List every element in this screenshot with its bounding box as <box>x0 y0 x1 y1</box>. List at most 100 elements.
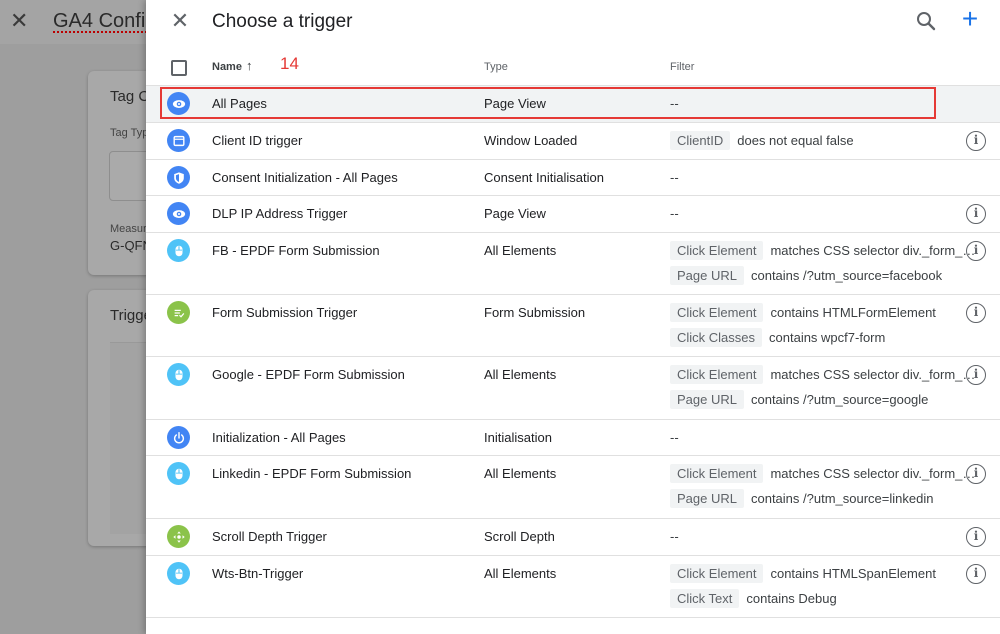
trigger-row-wts-btn[interactable]: Wts-Btn-Trigger All Elements Click Eleme… <box>146 556 1000 618</box>
filter-condition-text: contains /?utm_source=facebook <box>750 267 943 283</box>
no-filter-dash: -- <box>670 529 679 544</box>
filter-condition-text: contains HTMLSpanElement <box>770 565 936 581</box>
filter-condition: Click Element contains HTMLSpanElement <box>670 563 936 583</box>
no-filter-dash: -- <box>670 96 679 111</box>
filter-condition-text: does not equal false <box>737 132 854 148</box>
trigger-row-initialization[interactable]: Initialization - All Pages Initialisatio… <box>146 420 1000 456</box>
trigger-name: All Pages <box>212 96 267 111</box>
trigger-type: Scroll Depth <box>484 529 555 544</box>
filter-condition-text: matches CSS selector div._form_element <box>770 366 975 382</box>
sort-ascending-icon[interactable]: ↑ <box>246 58 253 73</box>
no-filter-dash: -- <box>670 430 679 445</box>
filter-condition: Click Classes contains wpcf7-form <box>670 327 885 347</box>
name-column-header[interactable]: Name <box>212 61 242 73</box>
select-all-checkbox[interactable] <box>171 60 187 76</box>
info-icon[interactable]: i <box>966 131 986 151</box>
filter-condition: Click Element matches CSS selector div._… <box>670 364 975 384</box>
filter-condition: ClientID does not equal false <box>670 130 854 150</box>
trigger-type: Page View <box>484 96 546 111</box>
filter-condition: Click Element matches CSS selector div._… <box>670 463 975 483</box>
trigger-name: Form Submission Trigger <box>212 305 358 320</box>
mouse-icon <box>167 562 190 585</box>
info-icon[interactable]: i <box>966 527 986 547</box>
filter-condition: Page URL contains /?utm_source=google <box>670 389 928 409</box>
window-icon <box>167 129 190 152</box>
type-column-header[interactable]: Type <box>484 61 508 73</box>
filter-condition: Click Element contains HTMLFormElement <box>670 302 936 322</box>
trigger-name: Linkedin - EPDF Form Submission <box>212 466 412 481</box>
trigger-name: FB - EPDF Form Submission <box>212 243 380 258</box>
filter-variable-chip: Click Text <box>670 588 740 608</box>
trigger-row-linkedin-epdf[interactable]: Linkedin - EPDF Form Submission All Elem… <box>146 456 1000 519</box>
filter-condition: Click Element matches CSS selector div._… <box>670 240 975 260</box>
trigger-type: All Elements <box>484 466 557 481</box>
filter-condition-text: contains /?utm_source=linkedin <box>750 490 934 506</box>
filter-condition-text: contains Debug <box>746 590 837 606</box>
filter-variable-chip: Page URL <box>670 265 744 285</box>
filter-variable-chip: Page URL <box>670 488 744 508</box>
close-icon[interactable]: ✕ <box>168 10 192 34</box>
shield-icon <box>167 166 190 189</box>
filter-condition-text: contains /?utm_source=google <box>750 391 929 407</box>
trigger-row-consent-init[interactable]: Consent Initialization - All Pages Conse… <box>146 160 1000 196</box>
trigger-name: Wts-Btn-Trigger <box>212 566 304 581</box>
no-filter-dash: -- <box>670 170 679 185</box>
filter-condition: Click Text contains Debug <box>670 588 837 608</box>
trigger-type: Form Submission <box>484 305 586 320</box>
eye-icon <box>167 92 190 115</box>
trigger-row-client-id[interactable]: Client ID trigger Window Loaded ClientID… <box>146 123 1000 160</box>
background-close-icon: ✕ <box>10 8 29 33</box>
filter-condition-text: contains HTMLFormElement <box>770 304 936 320</box>
filter-variable-chip: Click Element <box>670 463 764 483</box>
trigger-type: Page View <box>484 206 546 221</box>
trigger-row-fb-epdf[interactable]: FB - EPDF Form Submission All Elements C… <box>146 233 1000 295</box>
filter-condition-text: matches CSS selector div._form_element <box>770 242 975 258</box>
trigger-name: Initialization - All Pages <box>212 430 346 445</box>
info-icon[interactable]: i <box>966 204 986 224</box>
choose-trigger-panel: ✕ Choose a trigger + Name ↑ 14 Type Filt… <box>146 0 1000 634</box>
panel-header: ✕ Choose a trigger + <box>146 0 1000 44</box>
filter-variable-chip: ClientID <box>670 130 731 150</box>
filter-variable-chip: Click Element <box>670 364 764 384</box>
column-header-row: Name ↑ 14 Type Filter <box>146 50 1000 86</box>
selection-highlight-outline <box>160 87 936 119</box>
filter-variable-chip: Click Element <box>670 240 764 260</box>
info-icon[interactable]: i <box>966 564 986 584</box>
trigger-type: All Elements <box>484 367 557 382</box>
mouse-icon <box>167 363 190 386</box>
form-icon <box>167 301 190 324</box>
filter-condition: Page URL contains /?utm_source=facebook <box>670 265 942 285</box>
info-icon[interactable]: i <box>966 365 986 385</box>
trigger-row-scroll-depth[interactable]: Scroll Depth Trigger Scroll Depth -- i <box>146 519 1000 556</box>
add-trigger-icon[interactable]: + <box>958 5 982 33</box>
info-icon[interactable]: i <box>966 464 986 484</box>
trigger-name: Client ID trigger <box>212 133 303 148</box>
trigger-type: All Elements <box>484 566 557 581</box>
eye-icon <box>167 202 190 225</box>
trigger-row-dlp-ip[interactable]: DLP IP Address Trigger Page View -- i <box>146 196 1000 233</box>
filter-condition-text: matches CSS selector div._form_element <box>770 465 975 481</box>
trigger-type: Window Loaded <box>484 133 578 148</box>
trigger-name: Scroll Depth Trigger <box>212 529 327 544</box>
trigger-row-google-epdf[interactable]: Google - EPDF Form Submission All Elemen… <box>146 357 1000 420</box>
trigger-row-form-submission[interactable]: Form Submission Trigger Form Submission … <box>146 295 1000 357</box>
filter-condition-text: contains wpcf7-form <box>769 329 886 345</box>
info-icon[interactable]: i <box>966 303 986 323</box>
trigger-row-all-pages[interactable]: All Pages Page View -- <box>146 86 1000 123</box>
scroll-icon <box>167 525 190 548</box>
filter-variable-chip: Click Element <box>670 563 764 583</box>
trigger-type: Consent Initialisation <box>484 170 604 185</box>
power-icon <box>167 426 190 449</box>
info-icon[interactable]: i <box>966 241 986 261</box>
mouse-icon <box>167 462 190 485</box>
search-icon[interactable] <box>914 9 938 33</box>
mouse-icon <box>167 239 190 262</box>
filter-column-header: Filter <box>670 61 695 73</box>
filter-variable-chip: Click Classes <box>670 327 763 347</box>
trigger-count: 14 <box>280 54 299 73</box>
trigger-name: Consent Initialization - All Pages <box>212 170 398 185</box>
no-filter-dash: -- <box>670 206 679 221</box>
trigger-type: Initialisation <box>484 430 552 445</box>
trigger-name: Google - EPDF Form Submission <box>212 367 405 382</box>
filter-condition: Page URL contains /?utm_source=linkedin <box>670 488 933 508</box>
